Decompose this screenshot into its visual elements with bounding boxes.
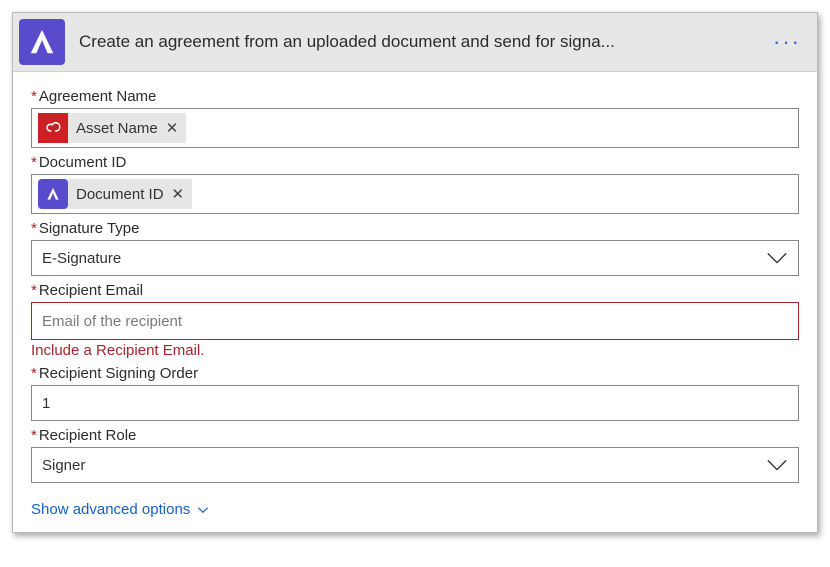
more-menu-button[interactable]: ···: [767, 31, 807, 53]
label-recipient-email: *Recipient Email: [31, 282, 799, 299]
error-recipient-email: Include a Recipient Email.: [31, 342, 799, 359]
field-signature-type: *Signature Type E-Signature: [31, 220, 799, 276]
show-advanced-options-link[interactable]: Show advanced options: [31, 501, 210, 518]
token-label: Asset Name: [76, 120, 158, 137]
adobe-sign-icon: [19, 19, 65, 65]
token-document-id[interactable]: Document ID ✕: [38, 179, 192, 209]
input-signing-order[interactable]: 1: [31, 385, 799, 421]
label-text: Recipient Signing Order: [39, 365, 198, 382]
chevron-down-icon: [766, 251, 788, 265]
card-header[interactable]: Create an agreement from an uploaded doc…: [13, 13, 817, 72]
label-text: Recipient Role: [39, 427, 137, 444]
field-recipient-email: *Recipient Email Email of the recipient …: [31, 282, 799, 359]
label-signing-order: *Recipient Signing Order: [31, 365, 799, 382]
placeholder-text: Email of the recipient: [38, 313, 182, 330]
card-title: Create an agreement from an uploaded doc…: [79, 32, 767, 52]
label-signature-type: *Signature Type: [31, 220, 799, 237]
field-document-id: *Document ID Document ID ✕: [31, 154, 799, 214]
input-document-id[interactable]: Document ID ✕: [31, 174, 799, 214]
card-body: *Agreement Name Asset Name ✕ *Document I…: [13, 72, 817, 532]
label-recipient-role: *Recipient Role: [31, 427, 799, 444]
label-text: Signature Type: [39, 220, 140, 237]
field-recipient-role: *Recipient Role Signer: [31, 427, 799, 483]
field-agreement-name: *Agreement Name Asset Name ✕: [31, 88, 799, 148]
input-agreement-name[interactable]: Asset Name ✕: [31, 108, 799, 148]
token-remove-icon[interactable]: ✕: [172, 185, 185, 203]
link-text: Show advanced options: [31, 501, 190, 518]
action-card: Create an agreement from an uploaded doc…: [12, 12, 818, 533]
select-signature-type[interactable]: E-Signature: [31, 240, 799, 276]
label-document-id: *Document ID: [31, 154, 799, 171]
token-remove-icon[interactable]: ✕: [166, 119, 179, 137]
select-value: E-Signature: [42, 250, 121, 267]
adobe-sign-icon: [38, 179, 68, 209]
chevron-down-icon: [766, 458, 788, 472]
label-agreement-name: *Agreement Name: [31, 88, 799, 105]
chevron-down-icon: [196, 503, 210, 517]
token-label: Document ID: [76, 186, 164, 203]
select-recipient-role[interactable]: Signer: [31, 447, 799, 483]
label-text: Agreement Name: [39, 88, 157, 105]
token-asset-name[interactable]: Asset Name ✕: [38, 113, 186, 143]
input-value: 1: [42, 395, 50, 412]
label-text: Document ID: [39, 154, 127, 171]
label-text: Recipient Email: [39, 282, 143, 299]
select-value: Signer: [42, 457, 85, 474]
creative-cloud-icon: [38, 113, 68, 143]
input-recipient-email[interactable]: Email of the recipient: [31, 302, 799, 340]
field-signing-order: *Recipient Signing Order 1: [31, 365, 799, 421]
